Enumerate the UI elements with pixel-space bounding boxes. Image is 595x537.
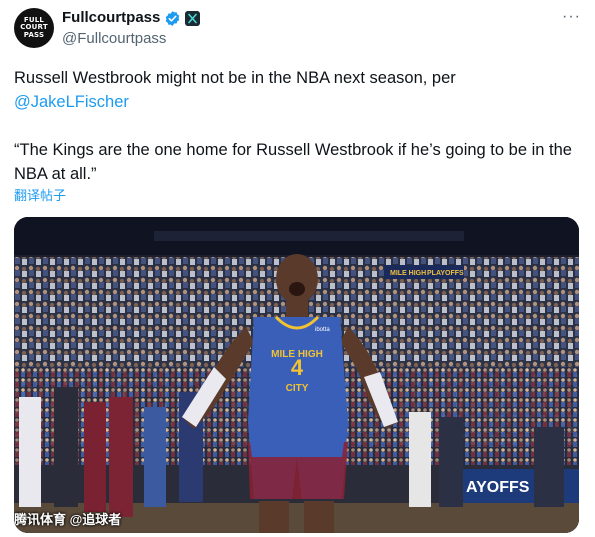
tweet-quote: “The Kings are the one home for Russell … [14, 141, 572, 183]
display-name[interactable]: Fullcourtpass [62, 9, 160, 26]
handle[interactable]: @Fullcourtpass [62, 30, 166, 47]
mention-link[interactable]: @JakeLFischer [14, 93, 129, 111]
more-icon[interactable]: ··· [562, 8, 581, 26]
tweet-text-line1: Russell Westbrook might not be in the NB… [14, 69, 456, 87]
tweet-text: Russell Westbrook might not be in the NB… [14, 66, 582, 186]
arena-playoffs: PLAYOFFS [427, 270, 464, 277]
jersey-sponsor: ibotta [315, 327, 330, 333]
x-affiliate-icon[interactable] [185, 11, 200, 26]
translate-post-link[interactable]: 翻译帖子 [14, 185, 66, 204]
avatar[interactable]: FULL COURT PASS [14, 8, 54, 48]
verified-badge-icon[interactable] [164, 10, 181, 27]
avatar-text-3: PASS [23, 30, 45, 39]
watermark: 腾讯体育 @追球者 [14, 512, 122, 527]
arena-banner: MILE HIGH [390, 270, 426, 277]
photo-scene: MILE HIGH PLAYOFFS AYOFFS MILE HIGH 4 CI… [14, 217, 579, 533]
jersey-bottom-text: CITY [286, 383, 309, 394]
board-playoffs: AYOFFS [466, 479, 530, 496]
jersey-number: 4 [291, 355, 304, 380]
tweet-media[interactable]: MILE HIGH PLAYOFFS AYOFFS MILE HIGH 4 CI… [14, 217, 579, 533]
